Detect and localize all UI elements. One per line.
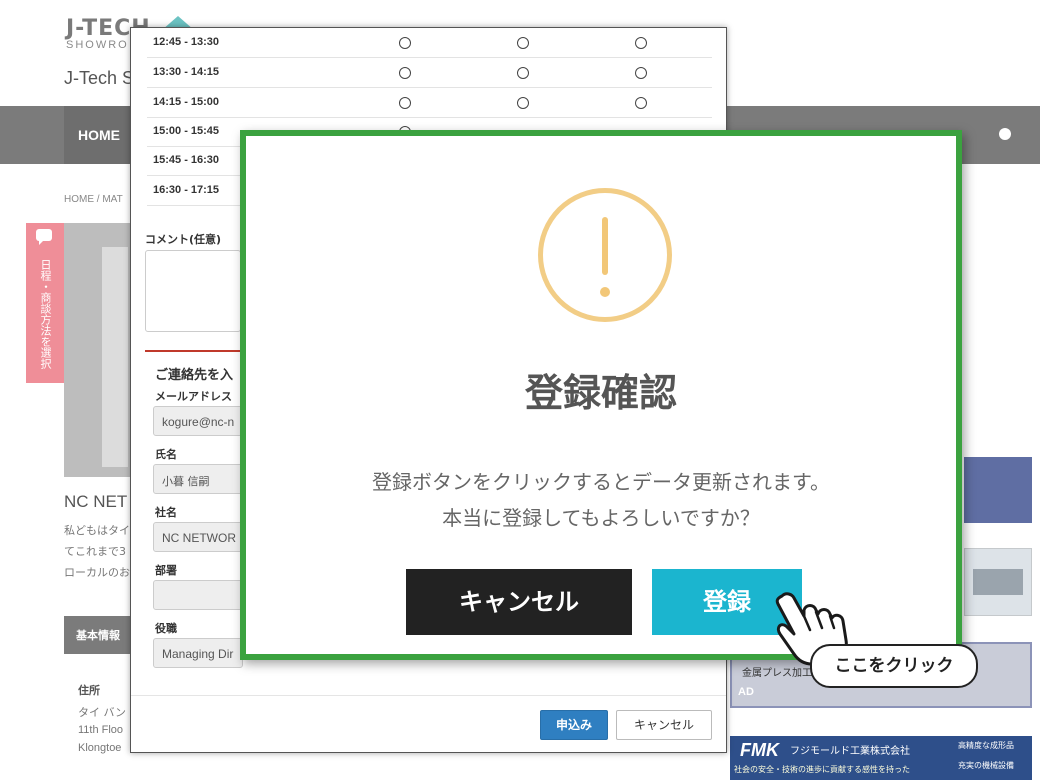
name-label: 氏名 (155, 448, 177, 461)
side-tab-label: 日程・商談方法を選択 (39, 259, 52, 369)
fmk-feature: 高精度な成形品 (958, 741, 1014, 750)
address-line: タイ バン (78, 706, 127, 719)
slot-radio[interactable] (517, 37, 529, 49)
department-field[interactable] (153, 580, 243, 610)
intro-text: てこれまで3 (64, 545, 126, 558)
company-label: 社名 (155, 506, 177, 519)
booking-cancel-button[interactable]: キャンセル (616, 710, 712, 740)
address-label: 住所 (78, 684, 100, 697)
slot-radio[interactable] (635, 67, 647, 79)
department-label: 部署 (155, 564, 177, 577)
confirm-title: 登録確認 (524, 371, 677, 415)
click-here-callout: ここをクリック (810, 644, 978, 688)
contact-heading: ご連絡先を入 (155, 368, 234, 383)
time-slot-row: 12:45 - 13:30 (147, 28, 712, 58)
ad-banner[interactable] (964, 457, 1032, 523)
email-label: メールアドレス (155, 390, 232, 403)
slot-radio[interactable] (635, 97, 647, 109)
slot-time: 15:00 - 15:45 (153, 125, 220, 137)
submit-button[interactable]: 申込み (540, 710, 608, 740)
cancel-button[interactable]: キャンセル (406, 569, 632, 635)
comment-textarea[interactable] (145, 250, 241, 332)
time-slot-row: 14:15 - 15:00 (147, 88, 712, 118)
job-title-label: 役職 (155, 622, 177, 635)
slot-time: 12:45 - 13:30 (153, 36, 220, 48)
fmk-feature: 充実の機械設備 (958, 761, 1014, 770)
breadcrumb: HOME / MAT (64, 194, 123, 205)
modal-footer-divider (131, 695, 726, 696)
slot-radio[interactable] (517, 97, 529, 109)
comment-label: コメント(任意) (145, 233, 222, 246)
basic-info-header: 基本情報 (64, 616, 130, 654)
warning-icon (538, 188, 672, 322)
slot-radio[interactable] (399, 37, 411, 49)
globe-icon[interactable] (999, 128, 1011, 140)
address-line: 11th Floo (78, 724, 124, 736)
slot-radio[interactable] (399, 67, 411, 79)
nav-home-link[interactable]: HOME (64, 106, 134, 164)
slot-radio[interactable] (635, 37, 647, 49)
slot-time: 15:45 - 16:30 (153, 154, 220, 166)
intro-text: 私どもはタイ (64, 524, 130, 537)
confirm-message: 本当に登録してもよろしいですか？ (442, 506, 760, 530)
slot-time: 14:15 - 15:00 (153, 96, 220, 108)
ad-press-label: AD (738, 686, 754, 698)
job-title-field[interactable]: Managing Dir (153, 638, 243, 668)
slot-radio[interactable] (517, 67, 529, 79)
slot-time: 16:30 - 17:15 (153, 184, 220, 196)
email-field[interactable]: kogure@nc-n (153, 406, 243, 436)
fmk-logo: FMK (740, 740, 779, 760)
slot-time: 13:30 - 14:15 (153, 66, 220, 78)
schedule-side-tab[interactable]: 日程・商談方法を選択 (26, 223, 64, 383)
time-slot-row: 13:30 - 14:15 (147, 58, 712, 88)
warning-icon-bar (602, 217, 608, 275)
slot-radio[interactable] (399, 97, 411, 109)
company-heading: NC NET (64, 492, 128, 511)
site-name: J-Tech S (64, 68, 135, 88)
ad-banner-fmk[interactable]: FMK フジモールド工業株式会社 社会の安全・技術の進歩に貢献する感性を持った … (730, 736, 1032, 780)
ad-banner-machine[interactable] (964, 548, 1032, 616)
company-field[interactable]: NC NETWOR (153, 522, 243, 552)
address-line: Klongtoe (78, 742, 122, 754)
confirm-dialog: 登録確認 登録ボタンをクリックするとデータ更新されます。 本当に登録してもよろし… (240, 130, 962, 660)
hero-image (64, 223, 130, 477)
warning-icon-dot (600, 287, 610, 297)
name-field[interactable]: 小暮 信嗣 (153, 464, 243, 494)
chat-bubble-icon (36, 229, 52, 245)
intro-text: ローカルのお (64, 566, 130, 579)
fmk-tagline: 社会の安全・技術の進歩に貢献する感性を持った (734, 765, 910, 774)
section-divider (145, 350, 245, 352)
fmk-company-name: フジモールド工業株式会社 (790, 746, 910, 757)
ad-press-text: 金属プレス加工 (742, 668, 812, 679)
confirm-message: 登録ボタンをクリックするとデータ更新されます。 (372, 470, 830, 494)
